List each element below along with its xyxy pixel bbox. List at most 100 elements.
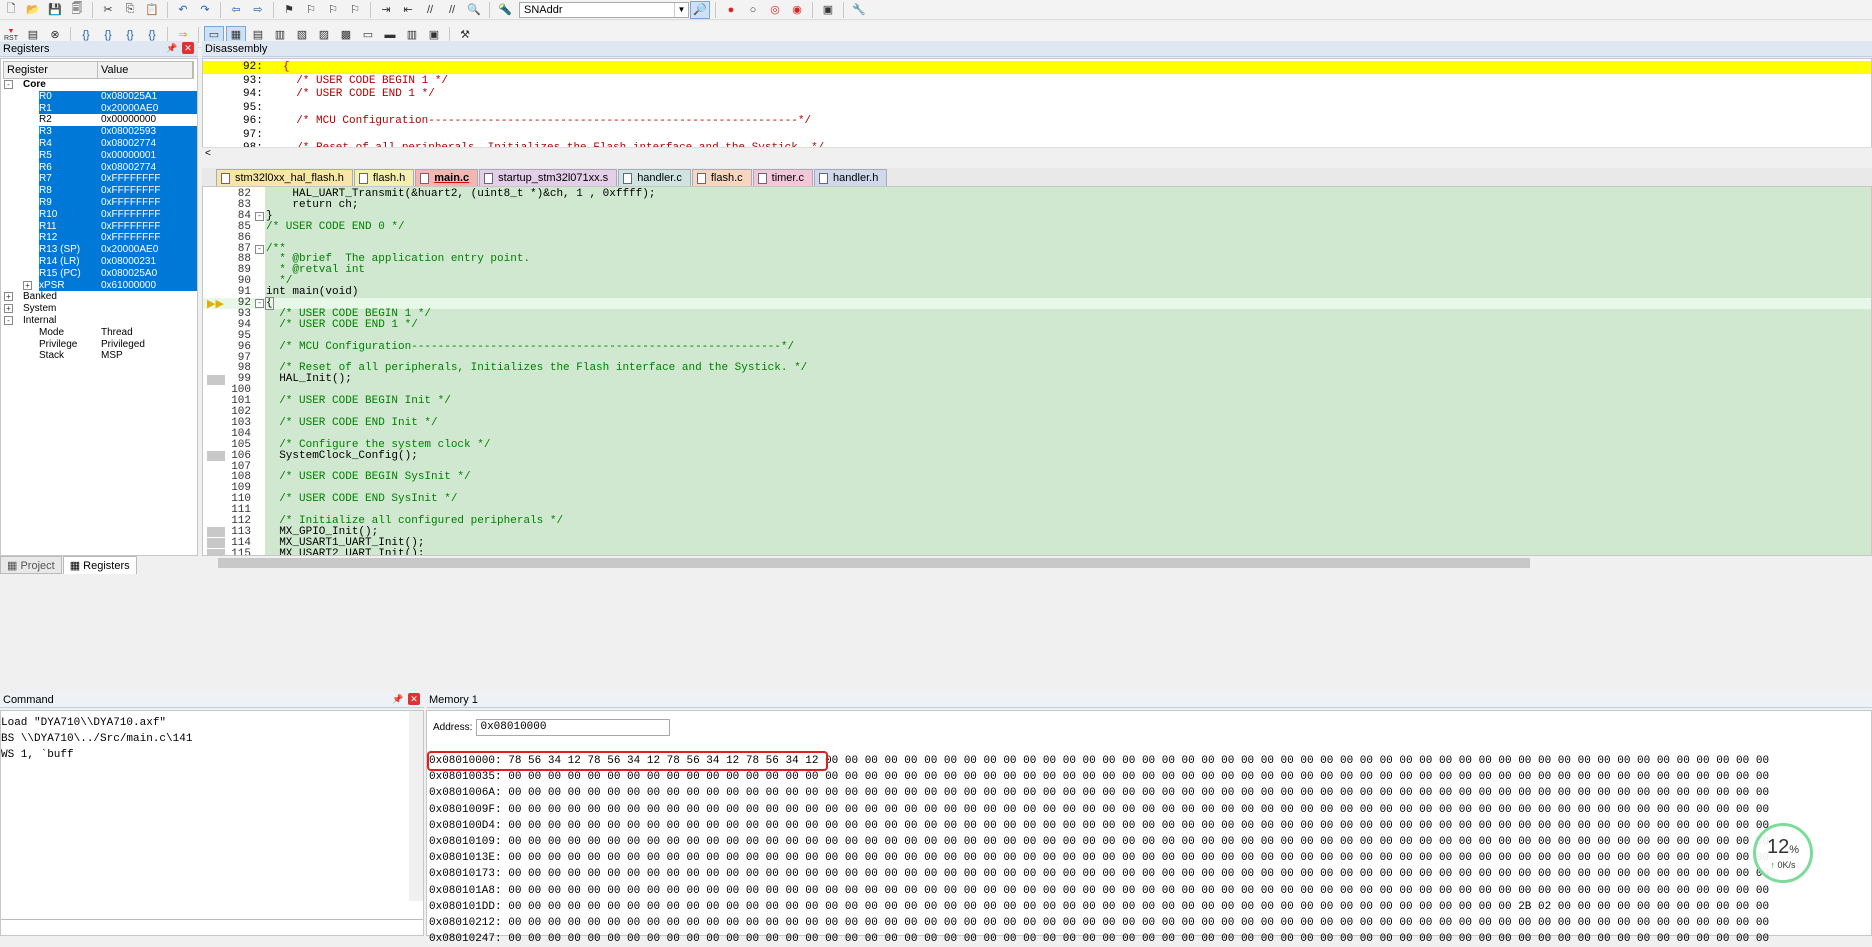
cut-icon[interactable]: ✂ xyxy=(98,1,118,19)
nav-back-icon[interactable]: ⇦ xyxy=(226,1,246,19)
register-row[interactable]: R10 0xFFFFFFFF xyxy=(1,208,197,221)
code-line[interactable]: 100 xyxy=(203,385,1871,396)
code-line[interactable]: 103 /* USER CODE END Init */ xyxy=(203,417,1871,429)
find-icon[interactable]: 🔦 xyxy=(495,1,515,19)
breakpoint-disable-icon[interactable]: ○ xyxy=(743,1,763,19)
target-combo[interactable]: SNAddr ▼ xyxy=(519,1,689,18)
save-all-icon[interactable]: 🗐 xyxy=(67,1,87,19)
breakpoint-insert-icon[interactable]: ● xyxy=(721,1,741,19)
memory-row[interactable]: 0x08010109: 00 00 00 00 00 00 00 00 00 0… xyxy=(429,834,1769,850)
col-register[interactable]: Register xyxy=(4,62,99,78)
command-vscrollbar[interactable] xyxy=(409,711,423,901)
breakpoint-kill-all-icon[interactable]: ◉ xyxy=(787,1,807,19)
redo-icon[interactable]: ↷ xyxy=(195,1,215,19)
code-line[interactable]: 89 * @retval int xyxy=(203,265,1871,276)
breakpoint-slot[interactable] xyxy=(207,527,225,538)
register-row[interactable]: R8 0xFFFFFFFF xyxy=(1,185,197,197)
pin-icon[interactable]: 📌 xyxy=(166,42,178,54)
code-line[interactable]: 110 /* USER CODE END SysInit */ xyxy=(203,494,1871,505)
code-line[interactable]: 88 * @brief The application entry point. xyxy=(203,254,1871,265)
tab-project[interactable]: ▦ Project xyxy=(0,556,62,574)
tab-flash-h[interactable]: flash.h xyxy=(353,169,415,186)
bookmark-icon[interactable]: ⚑ xyxy=(279,1,299,19)
find-in-files-icon[interactable]: 🔍 xyxy=(464,1,484,19)
register-row[interactable]: R9 0xFFFFFFFF xyxy=(1,197,197,209)
code-line[interactable]: 84} xyxy=(203,210,1871,222)
code-line[interactable]: 112 /* Initialize all configured periphe… xyxy=(203,516,1871,527)
register-row[interactable]: R4 0x08002774 xyxy=(1,138,197,150)
tab-handler-h[interactable]: handler.h xyxy=(814,169,888,186)
code-line[interactable]: 94 /* USER CODE END 1 */ xyxy=(203,319,1871,331)
source-editor[interactable]: 82 HAL_UART_Transmit(&huart2, (uint8_t *… xyxy=(202,186,1872,556)
code-line[interactable]: 108 /* USER CODE BEGIN SysInit */ xyxy=(203,472,1871,483)
tab-startup-stm32l071xx-s[interactable]: startup_stm32l071xx.s xyxy=(479,169,618,186)
fold-icon[interactable]: - xyxy=(255,211,264,221)
code-line[interactable]: 106 SystemClock_Config(); xyxy=(203,450,1871,462)
register-row[interactable]: R7 0xFFFFFFFF xyxy=(1,173,197,186)
code-line[interactable]: 114 MX_USART1_UART_Init(); xyxy=(203,537,1871,549)
disassembly-line[interactable]: 96: /* MCU Configuration----------------… xyxy=(203,115,1871,128)
unindent-icon[interactable]: ⇤ xyxy=(398,1,418,19)
expand-icon[interactable]: + xyxy=(4,292,13,302)
register-row[interactable]: R13 (SP) 0x20000AE0 xyxy=(1,244,197,256)
code-line[interactable]: 86 xyxy=(203,232,1871,244)
register-row[interactable]: xPSR 0x61000000 + xyxy=(1,279,197,292)
code-line[interactable]: 90 */ xyxy=(203,276,1871,287)
close-icon[interactable]: ✕ xyxy=(182,42,194,54)
register-row[interactable]: Stack MSP xyxy=(1,350,197,362)
debug-session-icon[interactable]: 🔎 xyxy=(690,0,710,19)
indent-icon[interactable]: ⇥ xyxy=(376,1,396,19)
memory-row[interactable]: 0x08010035: 00 00 00 00 00 00 00 00 00 0… xyxy=(429,769,1769,785)
scroll-thumb[interactable] xyxy=(218,558,1530,568)
save-icon[interactable]: 💾 xyxy=(45,1,65,19)
network-speed-gauge[interactable]: 12% ↑ 0K/s xyxy=(1753,823,1813,883)
scroll-left-icon[interactable]: < xyxy=(205,148,211,159)
register-row[interactable]: R5 0x00000001 xyxy=(1,149,197,162)
nav-forward-icon[interactable]: ⇨ xyxy=(248,1,268,19)
comment-icon[interactable]: // xyxy=(420,1,440,19)
bookmark-next-icon[interactable]: ⚐ xyxy=(323,1,343,19)
tab-stm32l0xx-hal-flash-h[interactable]: stm32l0xx_hal_flash.h xyxy=(216,169,353,186)
code-line[interactable]: 101 /* USER CODE BEGIN Init */ xyxy=(203,396,1871,407)
expand-icon[interactable]: + xyxy=(23,280,32,290)
code-line[interactable]: 96 /* MCU Configuration-----------------… xyxy=(203,341,1871,353)
tab-registers[interactable]: ▦ Registers xyxy=(62,556,137,574)
memory-row[interactable]: 0x080101A8: 00 00 00 00 00 00 00 00 00 0… xyxy=(429,883,1769,899)
code-line[interactable]: 95 xyxy=(203,330,1871,342)
tab-main-c[interactable]: main.c xyxy=(415,169,479,186)
code-line[interactable]: 91 int main(void) xyxy=(203,287,1871,298)
register-row[interactable]: R15 (PC) 0x080025A0 xyxy=(1,267,197,280)
paste-icon[interactable]: 📋 xyxy=(142,1,162,19)
disassembly-line[interactable]: 95: xyxy=(203,102,1871,115)
register-row[interactable]: R2 0x00000000 xyxy=(1,114,197,126)
code-line[interactable]: 105 /* Configure the system clock */ xyxy=(203,439,1871,451)
breakpoint-slot[interactable] xyxy=(207,549,225,555)
register-row[interactable]: R1 0x20000AE0 xyxy=(1,102,197,115)
memory-row[interactable]: 0x0801013E: 00 00 00 00 00 00 00 00 00 0… xyxy=(429,850,1769,866)
register-row[interactable]: Privilege Privileged xyxy=(1,339,197,351)
memory-row[interactable]: 0x0801009F: 00 00 00 00 00 00 00 00 00 0… xyxy=(429,802,1769,818)
memory-row[interactable]: 0x08010173: 00 00 00 00 00 00 00 00 00 0… xyxy=(429,866,1769,882)
open-icon[interactable]: 📂 xyxy=(23,1,43,19)
memory-row[interactable]: 0x080100D4: 00 00 00 00 00 00 00 00 00 0… xyxy=(429,818,1769,834)
collapse-icon[interactable]: - xyxy=(4,80,13,89)
config-wrench-icon[interactable]: 🔧 xyxy=(849,1,869,19)
pin-icon[interactable]: 📌 xyxy=(392,693,404,705)
new-file-icon[interactable]: 🗋 xyxy=(1,1,21,19)
register-row[interactable]: R12 0xFFFFFFFF xyxy=(1,232,197,245)
memory-row[interactable]: 0x080101DD: 00 00 00 00 00 00 00 00 00 0… xyxy=(429,899,1769,915)
command-input[interactable] xyxy=(1,919,423,935)
code-line[interactable]: 115 MX_USART2_UART_Init(); xyxy=(203,548,1871,555)
chevron-down-icon[interactable]: ▼ xyxy=(674,2,688,17)
tab-flash-c[interactable]: flash.c xyxy=(691,169,752,186)
bookmark-prev-icon[interactable]: ⚐ xyxy=(301,1,321,19)
expand-icon[interactable]: + xyxy=(4,304,13,314)
window-layout-icon[interactable]: ▣ xyxy=(818,1,838,19)
code-line[interactable]: 102 xyxy=(203,407,1871,418)
register-row[interactable]: R3 0x08002593 xyxy=(1,126,197,138)
disassembly-line[interactable]: 97: xyxy=(203,129,1871,142)
tab-timer-c[interactable]: timer.c xyxy=(752,169,814,186)
copy-icon[interactable]: ⎘ xyxy=(120,1,140,19)
fold-icon[interactable]: - xyxy=(255,299,264,308)
code-line[interactable]: 92{ xyxy=(203,297,1871,310)
